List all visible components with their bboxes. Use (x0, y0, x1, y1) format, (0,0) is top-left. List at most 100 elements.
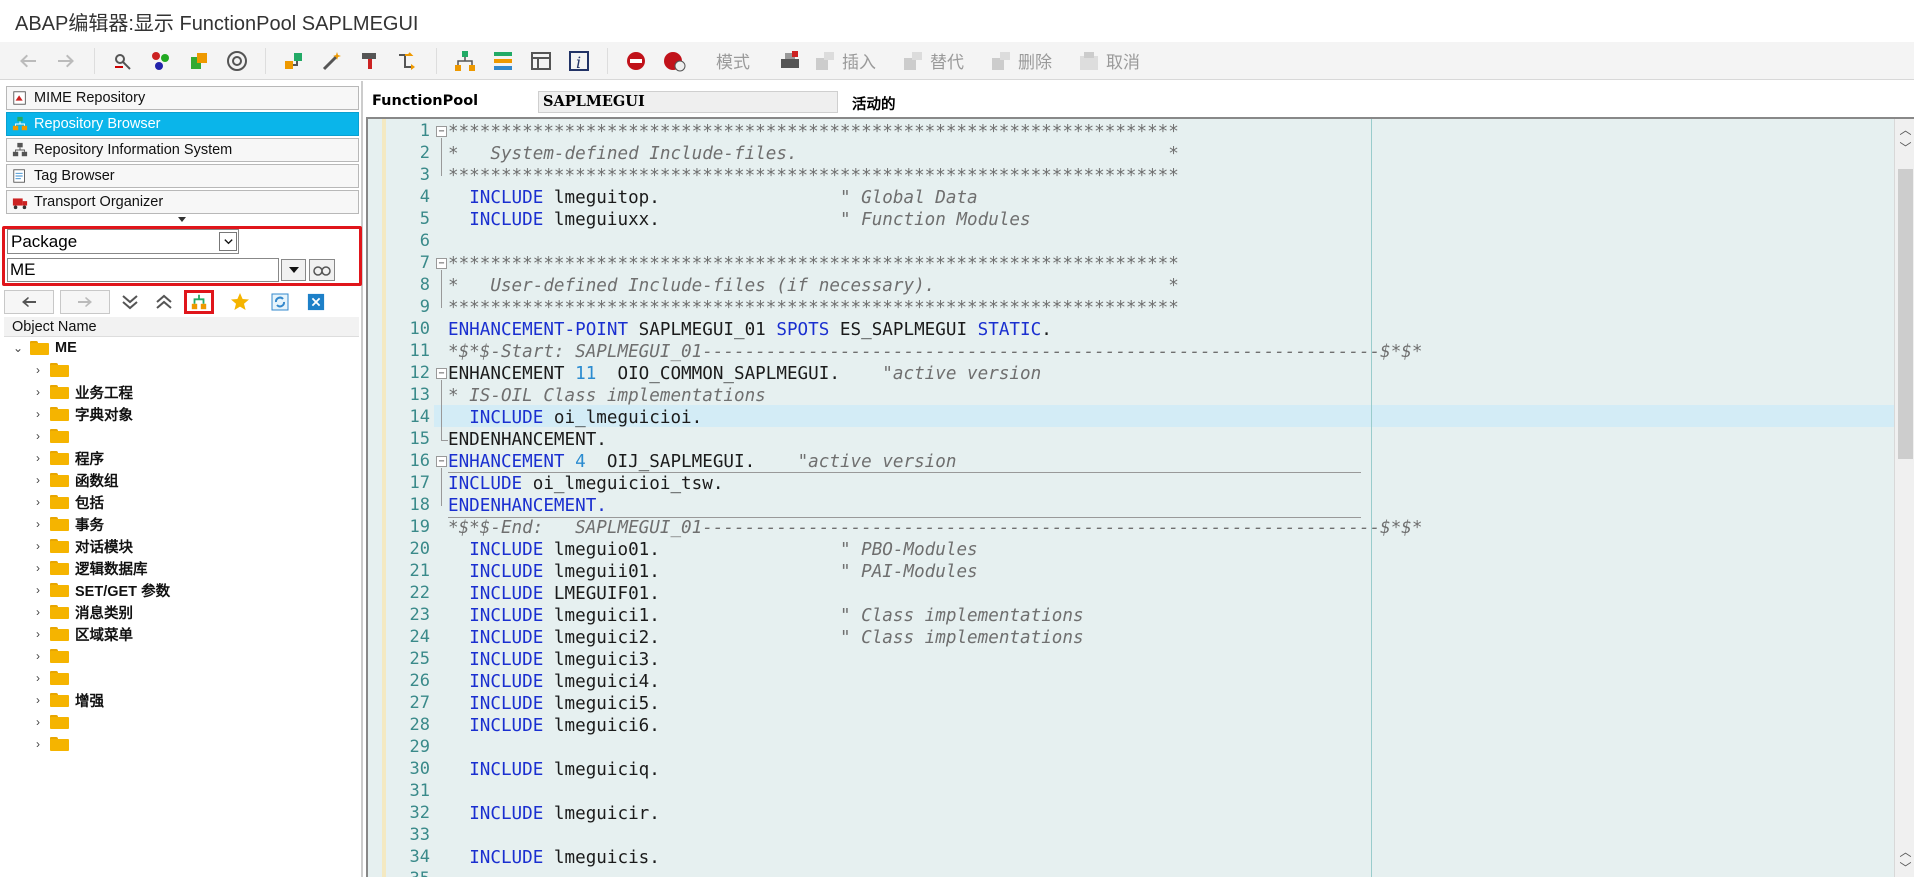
code-line[interactable]: INCLUDE lmeguici5. (448, 693, 660, 715)
code-line[interactable]: INCLUDE lmeguici6. (448, 715, 660, 737)
collapsed-arrow-icon[interactable]: › (32, 385, 44, 399)
expanded-arrow-icon[interactable]: ⌄ (12, 341, 24, 355)
tree-node[interactable]: › 字典对象 (0, 403, 360, 425)
collapsed-arrow-icon[interactable]: › (32, 517, 44, 531)
tree-node[interactable]: › (0, 359, 360, 381)
collapsed-arrow-icon[interactable]: › (32, 649, 44, 663)
chevron-down-icon[interactable] (219, 232, 237, 251)
display-glasses-icon[interactable] (309, 259, 335, 281)
code-line[interactable]: INCLUDE LMEGUIF01. (448, 583, 660, 605)
scrollbar-thumb[interactable] (1898, 169, 1913, 459)
refresh-icon[interactable] (266, 290, 294, 314)
collapsed-arrow-icon[interactable]: › (32, 583, 44, 597)
display-change-icon[interactable] (109, 47, 137, 75)
back-arrow-icon[interactable] (14, 47, 42, 75)
collapsed-arrow-icon[interactable]: › (32, 539, 44, 553)
close-browser-icon[interactable] (304, 290, 328, 314)
code-line[interactable]: *$*$-End: SAPLMEGUI_01------------------… (448, 517, 1423, 539)
code-line[interactable]: ****************************************… (448, 121, 1179, 143)
code-line[interactable]: INCLUDE lmeguitop. " Global Data (448, 187, 977, 209)
fold-toggle-icon[interactable]: − (436, 368, 447, 379)
tree-node[interactable]: › 消息类别 (0, 601, 360, 623)
dropdown-history-icon[interactable] (281, 259, 306, 281)
code-line[interactable]: * User-defined Include-files (if necessa… (448, 275, 1179, 297)
display-object-list-icon[interactable] (527, 47, 555, 75)
delete-button[interactable]: 删除 (990, 48, 1052, 73)
hierarchy-toggle-icon[interactable] (184, 290, 214, 314)
where-used-icon[interactable] (280, 47, 308, 75)
tree-node[interactable]: › 业务工程 (0, 381, 360, 403)
scroll-up-arrow-icon[interactable]: ︿ (1898, 845, 1913, 859)
code-line[interactable]: * IS-OIL Class implementations (448, 385, 766, 407)
fold-toggle-icon[interactable]: − (436, 456, 447, 467)
vertical-scrollbar[interactable]: ︿ ﹀ ︿ ﹀ (1894, 119, 1914, 877)
collapsed-arrow-icon[interactable]: › (32, 429, 44, 443)
fold-toggle-icon[interactable]: − (436, 258, 447, 269)
tree-node[interactable]: › 逻辑数据库 (0, 557, 360, 579)
code-line[interactable]: ENHANCEMENT-POINT SAPLMEGUI_01 SPOTS ES_… (448, 319, 1052, 341)
code-line[interactable]: INCLUDE lmeguici1. " Class implementatio… (448, 605, 1083, 627)
pretty-printer-icon[interactable] (356, 47, 384, 75)
tree-node[interactable]: › (0, 667, 360, 689)
code-line[interactable]: INCLUDE lmeguicir. (448, 803, 660, 825)
tree-node[interactable]: › 事务 (0, 513, 360, 535)
collapse-arrow-icon[interactable] (178, 217, 186, 222)
forward-arrow-icon[interactable] (52, 47, 80, 75)
scroll-down-arrow-icon[interactable]: ﹀ (1898, 861, 1913, 875)
code-line[interactable]: ****************************************… (448, 165, 1179, 187)
hierarchy-icon[interactable] (451, 47, 479, 75)
previous-object-icon[interactable] (4, 290, 54, 314)
code-line[interactable]: ENHANCEMENT 11 OIO_COMMON_SAPLMEGUI. "ac… (448, 363, 1041, 385)
external-breakpoint-icon[interactable] (660, 47, 688, 75)
code-line[interactable]: INCLUDE oi_lmeguicioi_tsw. (448, 473, 723, 495)
tree-node[interactable]: › 函数组 (0, 469, 360, 491)
tree-node[interactable]: › (0, 425, 360, 447)
collapsed-arrow-icon[interactable]: › (32, 363, 44, 377)
abap-code-editor[interactable]: 1 2 3 4 5 6 7 8 9 10 11 12 13 14 15 16 17 18 19 20 21 22 23 24 2… (366, 117, 1914, 877)
code-line[interactable]: ENDENHANCEMENT. (448, 495, 607, 517)
code-line[interactable]: INCLUDE lmeguiciq. (448, 759, 660, 781)
collapse-all-icon[interactable] (150, 290, 178, 314)
mode-button[interactable]: 模式 (716, 48, 750, 73)
code-line[interactable]: INCLUDE lmeguicis. (448, 847, 660, 869)
scroll-down-arrow-icon[interactable]: ﹀ (1898, 141, 1913, 155)
check-syntax-icon[interactable] (223, 47, 251, 75)
code-line[interactable]: INCLUDE lmeguiuxx. " Function Modules (448, 209, 1030, 231)
expand-all-icon[interactable] (116, 290, 144, 314)
tree-node[interactable]: › (0, 711, 360, 733)
nav-mime-repository[interactable]: MIME Repository (6, 86, 359, 110)
tree-root-node[interactable]: ⌄ ME (0, 337, 360, 359)
code-line[interactable]: INCLUDE lmeguici4. (448, 671, 660, 693)
tree-node[interactable]: › 区域菜单 (0, 623, 360, 645)
collapsed-arrow-icon[interactable]: › (32, 693, 44, 707)
object-list-icon[interactable] (489, 47, 517, 75)
collapsed-arrow-icon[interactable]: › (32, 605, 44, 619)
code-line[interactable]: INCLUDE lmeguici2. " Class implementatio… (448, 627, 1083, 649)
code-line[interactable]: ****************************************… (448, 297, 1179, 319)
tree-node[interactable]: › (0, 645, 360, 667)
nav-transport-organizer[interactable]: Transport Organizer (6, 190, 359, 214)
nav-repository-browser[interactable]: Repository Browser (6, 112, 359, 136)
code-line[interactable]: * System-defined Include-files. * (448, 143, 1179, 165)
tree-node[interactable]: › 对话模块 (0, 535, 360, 557)
tree-node[interactable]: › SET/GET 参数 (0, 579, 360, 601)
code-line[interactable]: INCLUDE lmeguici3. (448, 649, 660, 671)
object-name-input[interactable]: ME (7, 258, 279, 282)
pattern-icon[interactable] (776, 47, 804, 75)
tree-node[interactable]: › 包括 (0, 491, 360, 513)
activate-icon[interactable] (185, 47, 213, 75)
code-line[interactable]: INCLUDE lmeguii01. " PAI-Modules (448, 561, 977, 583)
object-type-select[interactable]: Package (7, 229, 239, 254)
code-line[interactable]: ENDENHANCEMENT. (448, 429, 607, 451)
set-breakpoint-icon[interactable] (622, 47, 650, 75)
collapsed-arrow-icon[interactable]: › (32, 671, 44, 685)
collapsed-arrow-icon[interactable]: › (32, 737, 44, 751)
next-object-icon[interactable] (60, 290, 110, 314)
collapsed-arrow-icon[interactable]: › (32, 473, 44, 487)
code-line[interactable]: ENHANCEMENT 4 OIJ_SAPLMEGUI. "active ver… (448, 451, 956, 473)
magic-wand-icon[interactable] (318, 47, 346, 75)
navigate-icon[interactable] (394, 47, 422, 75)
collapsed-arrow-icon[interactable]: › (32, 407, 44, 421)
collapsed-arrow-icon[interactable]: › (32, 715, 44, 729)
code-line[interactable]: ****************************************… (448, 253, 1179, 275)
